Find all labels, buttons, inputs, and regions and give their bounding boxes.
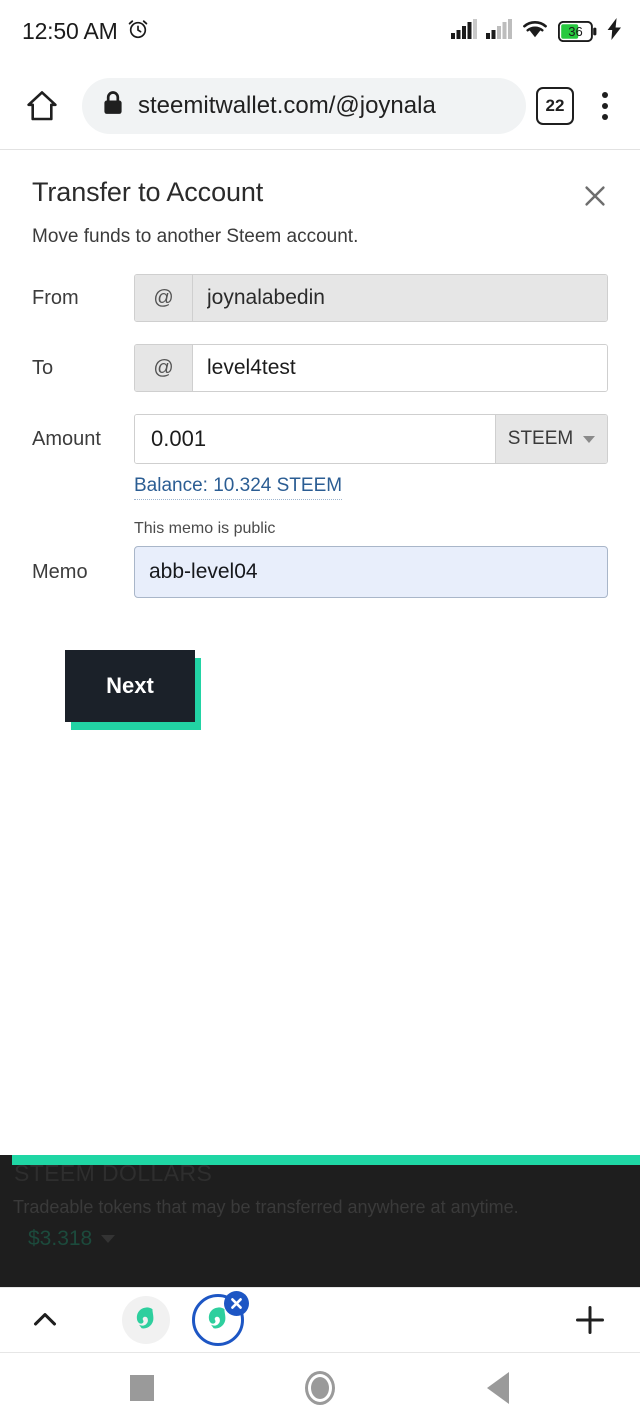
chevron-down-icon <box>101 1235 116 1243</box>
card-title: STEEM DOLLARS <box>14 1160 213 1186</box>
card-amount-value: $3.318 <box>28 1227 93 1250</box>
field-row-to: To @ <box>32 344 608 392</box>
tab-counter-button[interactable]: 22 <box>536 86 574 125</box>
status-bar: 12:50 AM 36 <box>0 0 640 62</box>
circle-home-icon[interactable] <box>291 1359 349 1417</box>
asset-select-value: STEEM <box>507 428 574 449</box>
balance-row: Balance: 10.324 STEEM <box>32 475 608 500</box>
browser-tab-strip <box>0 1287 640 1353</box>
transfer-form: From @ To @ <box>32 274 608 730</box>
url-omnibox[interactable]: steemitwallet.com/@joynala <box>82 77 526 134</box>
at-symbol-icon: @ <box>135 275 193 321</box>
plus-icon[interactable] <box>566 1296 614 1344</box>
browser-tab-1[interactable] <box>118 1292 174 1348</box>
battery-level-text: 36 <box>568 23 583 39</box>
at-symbol-icon: @ <box>135 345 193 391</box>
url-text: steemitwallet.com/@joynala <box>138 91 436 119</box>
status-bar-right: 36 <box>451 17 622 45</box>
label-memo: Memo <box>32 560 88 583</box>
card-amount: $3.318 <box>28 1227 116 1251</box>
field-row-from: From @ <box>32 274 608 322</box>
to-input-group: @ <box>134 344 608 392</box>
triangle-back-icon[interactable] <box>469 1359 527 1417</box>
field-amount: STEEM <box>134 414 608 464</box>
memo-hint-row: This memo is public <box>32 520 608 538</box>
submit-row: Next <box>32 644 608 730</box>
phone-screen: 12:50 AM 36 steemitwallet.com/@joynala 2… <box>0 0 640 1422</box>
alarm-clock-icon <box>126 17 150 46</box>
android-nav-bar <box>0 1354 640 1422</box>
home-icon[interactable] <box>16 80 68 132</box>
status-bar-left: 12:50 AM <box>22 17 150 46</box>
status-clock: 12:50 AM <box>22 17 118 44</box>
from-input-group: @ <box>134 274 608 322</box>
cellular-signal-icon <box>451 18 477 44</box>
background-steem-dollars-card: STEEM DOLLARS Tradeable tokens that may … <box>0 1155 640 1287</box>
amount-input[interactable] <box>135 415 495 463</box>
page-title: Transfer to Account <box>32 177 264 207</box>
cellular-signal-icon <box>486 18 512 44</box>
chevron-up-icon[interactable] <box>22 1297 68 1343</box>
field-row-memo: Memo <box>32 546 608 598</box>
lock-icon <box>102 90 124 121</box>
card-description: Tradeable tokens that may be transferred… <box>13 1197 519 1217</box>
page-content: STEEM DOLLARS Tradeable tokens that may … <box>0 151 640 1287</box>
asset-select[interactable]: STEEM <box>495 415 607 463</box>
field-memo <box>134 546 608 598</box>
to-account-input[interactable] <box>193 345 607 391</box>
kebab-menu-icon[interactable] <box>590 84 620 128</box>
modal-subtitle: Move funds to another Steem account. <box>32 226 359 247</box>
amount-input-group: STEEM <box>134 414 608 464</box>
steem-logo-icon <box>131 1303 161 1338</box>
close-circle-icon[interactable] <box>224 1291 249 1316</box>
square-recents-icon[interactable] <box>113 1359 171 1417</box>
tab-items <box>118 1291 566 1348</box>
wifi-icon <box>521 18 549 45</box>
label-from: From <box>32 286 79 309</box>
label-to: To <box>32 356 54 379</box>
field-to: @ <box>134 344 608 392</box>
from-account-input[interactable] <box>193 275 607 321</box>
transfer-modal: Transfer to Account Move funds to anothe… <box>0 151 640 730</box>
balance-link[interactable]: Balance: 10.324 STEEM <box>134 475 343 500</box>
close-icon[interactable] <box>578 179 612 213</box>
browser-toolbar: steemitwallet.com/@joynala 22 <box>0 62 640 150</box>
field-from: @ <box>134 274 608 322</box>
modal-header: Transfer to Account <box>32 177 608 213</box>
browser-tab-2[interactable] <box>190 1291 249 1348</box>
chevron-down-icon <box>583 435 596 443</box>
next-button[interactable]: Next <box>65 650 195 722</box>
memo-public-hint: This memo is public <box>134 520 276 537</box>
charging-bolt-icon <box>607 17 622 45</box>
memo-input[interactable] <box>134 546 608 598</box>
battery-indicator: 36 <box>558 20 598 42</box>
field-row-amount: Amount STEEM <box>32 414 608 464</box>
label-amount: Amount <box>32 427 101 450</box>
